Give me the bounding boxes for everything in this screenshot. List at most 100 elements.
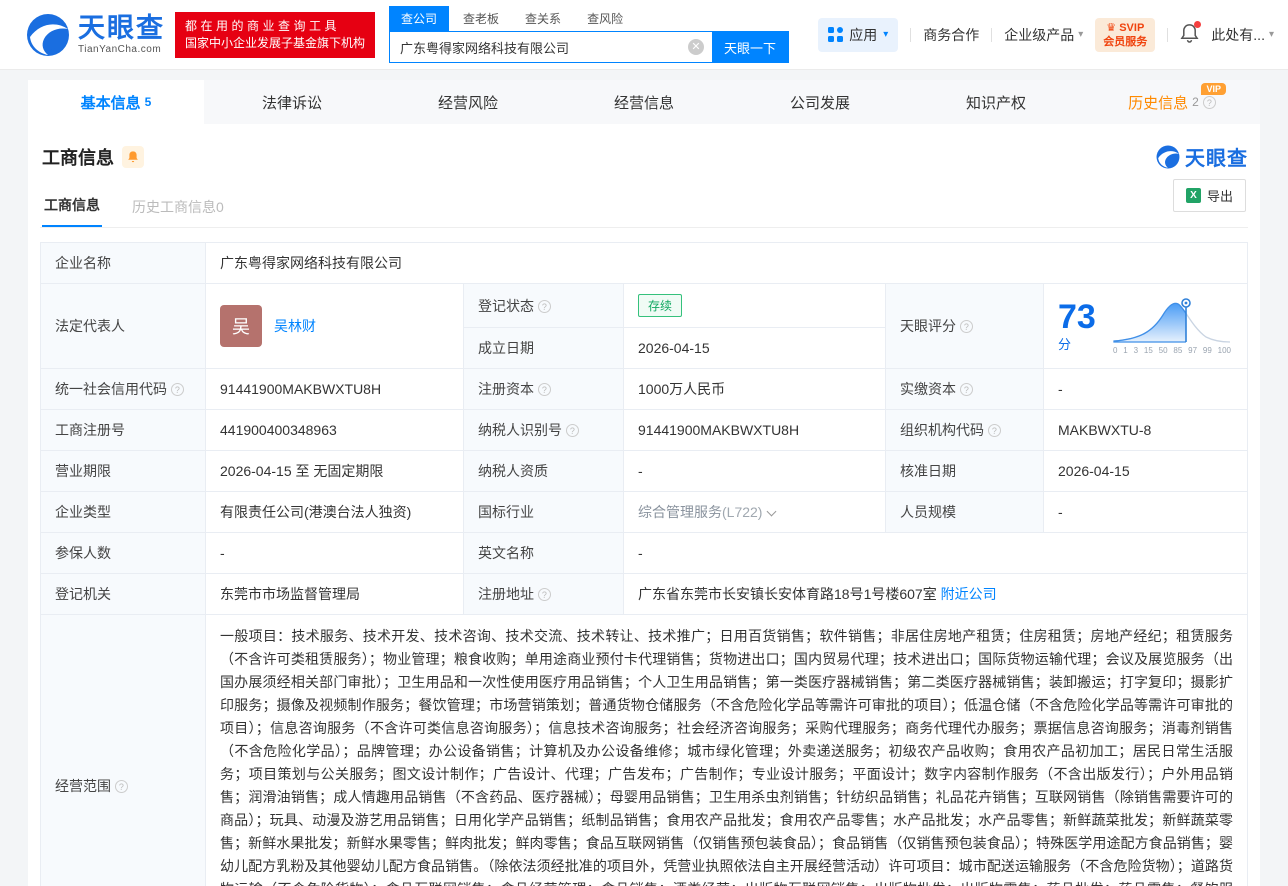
company-nav-tabs: 基本信息 5 法律诉讼 经营风险 经营信息 公司发展 知识产权 VIP 历史信息… <box>28 80 1260 124</box>
help-icon[interactable]: ? <box>115 780 128 793</box>
menu-enterprise[interactable]: 企业级产品 ▾ <box>1004 25 1083 45</box>
table-row: 企业名称 广东粤得家网络科技有限公司 <box>41 243 1248 284</box>
label-staff-size: 人员规模 <box>886 492 1044 533</box>
help-icon[interactable]: ? <box>1203 96 1216 109</box>
label-org-code: 组织机构代码 ? <box>886 410 1044 451</box>
avatar[interactable]: 吴 <box>220 305 262 347</box>
tab-operating-risk[interactable]: 经营风险 <box>380 80 556 124</box>
clear-icon[interactable]: ✕ <box>688 39 704 55</box>
search-tab-risk[interactable]: 查风险 <box>575 6 635 31</box>
svip-line1: ♛ SVIP <box>1103 21 1147 35</box>
promo-line2: 国家中小企业发展子基金旗下机构 <box>185 35 365 52</box>
value-paid-capital: - <box>1044 369 1248 410</box>
apps-grid-icon <box>828 27 843 42</box>
help-icon[interactable]: ? <box>960 320 973 333</box>
chevron-down-icon <box>767 507 777 517</box>
help-icon[interactable]: ? <box>960 383 973 396</box>
notification-bell[interactable] <box>1180 23 1199 46</box>
top-header: 天眼查 TianYanCha.com 都在用的商业查询工具 国家中小企业发展子基… <box>0 0 1288 70</box>
help-icon[interactable]: ? <box>988 424 1001 437</box>
menu-cooperation[interactable]: 商务合作 <box>923 25 979 45</box>
value-staff-size: - <box>1044 492 1248 533</box>
tab-company-development[interactable]: 公司发展 <box>732 80 908 124</box>
user-label: 此处有... <box>1211 25 1265 45</box>
apps-menu[interactable]: 应用 ▾ <box>818 18 898 52</box>
legal-rep-link[interactable]: 吴林财 <box>274 316 316 336</box>
help-icon[interactable]: ? <box>538 588 551 601</box>
help-icon[interactable]: ? <box>538 383 551 396</box>
tianyancha-logo-icon <box>1156 145 1180 169</box>
tab-legal[interactable]: 法律诉讼 <box>204 80 380 124</box>
vip-badge: VIP <box>1201 83 1226 95</box>
watermark-text: 天眼查 <box>1185 142 1248 171</box>
help-icon[interactable]: ? <box>538 300 551 313</box>
divider <box>991 28 992 42</box>
search-tab-boss[interactable]: 查老板 <box>451 6 511 31</box>
search-button[interactable]: 天眼一下 <box>712 32 788 62</box>
divider <box>910 28 911 42</box>
section-title: 工商信息 <box>42 144 114 170</box>
help-icon[interactable]: ? <box>171 383 184 396</box>
table-row: 企业类型 有限责任公司(港澳台法人独资) 国标行业 综合管理服务(L722) 人… <box>41 492 1248 533</box>
label-credit-code: 统一社会信用代码 ? <box>41 369 206 410</box>
tianyancha-logo-icon <box>26 13 70 57</box>
label-reg-capital: 注册资本 ? <box>464 369 624 410</box>
business-info-card: 工商信息 天眼查 工商信息 历史工商信息0 X 导出 <box>28 124 1260 886</box>
label-insured-count: 参保人数 <box>41 533 206 574</box>
subtab-history-business-info[interactable]: 历史工商信息0 <box>130 189 226 227</box>
label-reg-number: 工商注册号 <box>41 410 206 451</box>
value-reg-address: 广东省东莞市长安镇长安体育路18号1号楼607室 附近公司 <box>624 574 1248 615</box>
tab-history-info[interactable]: VIP 历史信息 2 ? <box>1084 80 1260 124</box>
top-menu: 应用 ▾ 商务合作 企业级产品 ▾ ♛ SVIP 会员服务 此处有... ▾ <box>818 18 1274 52</box>
label-taxpayer-quality: 纳税人资质 <box>464 451 624 492</box>
tab-count: 2 <box>1192 95 1199 109</box>
site-logo[interactable]: 天眼查 TianYanCha.com <box>26 13 165 57</box>
apps-label: 应用 <box>849 25 877 45</box>
tab-basic-info[interactable]: 基本信息 5 <box>28 80 204 124</box>
watermark-logo: 天眼查 <box>1156 142 1248 171</box>
label-legal-rep: 法定代表人 <box>41 284 206 369</box>
label-taxpayer-id: 纳税人识别号 ? <box>464 410 624 451</box>
subscribe-bell-button[interactable] <box>122 146 144 168</box>
table-row: 营业期限 2026-04-15 至 无固定期限 纳税人资质 - 核准日期 202… <box>41 451 1248 492</box>
search-tab-company[interactable]: 查公司 <box>389 6 449 31</box>
notification-dot <box>1194 21 1201 28</box>
svip-badge[interactable]: ♛ SVIP 会员服务 <box>1095 18 1155 52</box>
search-box: ✕ 天眼一下 <box>389 31 789 63</box>
value-reg-authority: 东莞市市场监督管理局 <box>206 574 464 615</box>
value-insured-count: - <box>206 533 464 574</box>
value-approval-date: 2026-04-15 <box>1044 451 1248 492</box>
search-input[interactable] <box>390 32 688 62</box>
search-tabs: 查公司 查老板 查关系 查风险 <box>389 6 789 31</box>
tab-intellectual-property[interactable]: 知识产权 <box>908 80 1084 124</box>
user-menu[interactable]: 此处有... ▾ <box>1211 25 1274 45</box>
value-english-name: - <box>624 533 1248 574</box>
divider <box>1167 28 1168 42</box>
value-industry[interactable]: 综合管理服务(L722) <box>624 492 886 533</box>
export-button[interactable]: X 导出 <box>1173 179 1246 212</box>
score-number: 73 <box>1058 298 1096 336</box>
score-distribution-chart: 0131550859799100 <box>1111 297 1233 355</box>
help-icon[interactable]: ? <box>566 424 579 437</box>
table-row: 法定代表人 吴 吴林财 登记状态 ? 存续 天眼评分 ? <box>41 284 1248 328</box>
label-reg-authority: 登记机关 <box>41 574 206 615</box>
score-axis-labels: 0131550859799100 <box>1111 346 1233 355</box>
enterprise-label: 企业级产品 <box>1004 25 1074 45</box>
search-area: 查公司 查老板 查关系 查风险 ✕ 天眼一下 <box>389 6 789 63</box>
value-legal-rep: 吴 吴林财 <box>206 284 464 369</box>
table-row: 登记机关 东莞市市场监督管理局 注册地址 ? 广东省东莞市长安镇长安体育路18号… <box>41 574 1248 615</box>
label-establish-date: 成立日期 <box>464 328 624 369</box>
tab-operating-info[interactable]: 经营信息 <box>556 80 732 124</box>
bell-icon <box>127 150 139 163</box>
table-row: 统一社会信用代码 ? 91441900MAKBWXTU8H 注册资本 ? 100… <box>41 369 1248 410</box>
nearby-companies-link[interactable]: 附近公司 <box>941 586 997 602</box>
value-establish-date: 2026-04-15 <box>624 328 886 369</box>
value-reg-number: 441900400348963 <box>206 410 464 451</box>
value-score: 73分 <box>1044 284 1248 369</box>
table-row: 参保人数 - 英文名称 - <box>41 533 1248 574</box>
label-company-type: 企业类型 <box>41 492 206 533</box>
search-tab-relation[interactable]: 查关系 <box>513 6 573 31</box>
value-taxpayer-id: 91441900MAKBWXTU8H <box>624 410 886 451</box>
subtab-business-info[interactable]: 工商信息 <box>42 187 102 227</box>
label-business-term: 营业期限 <box>41 451 206 492</box>
